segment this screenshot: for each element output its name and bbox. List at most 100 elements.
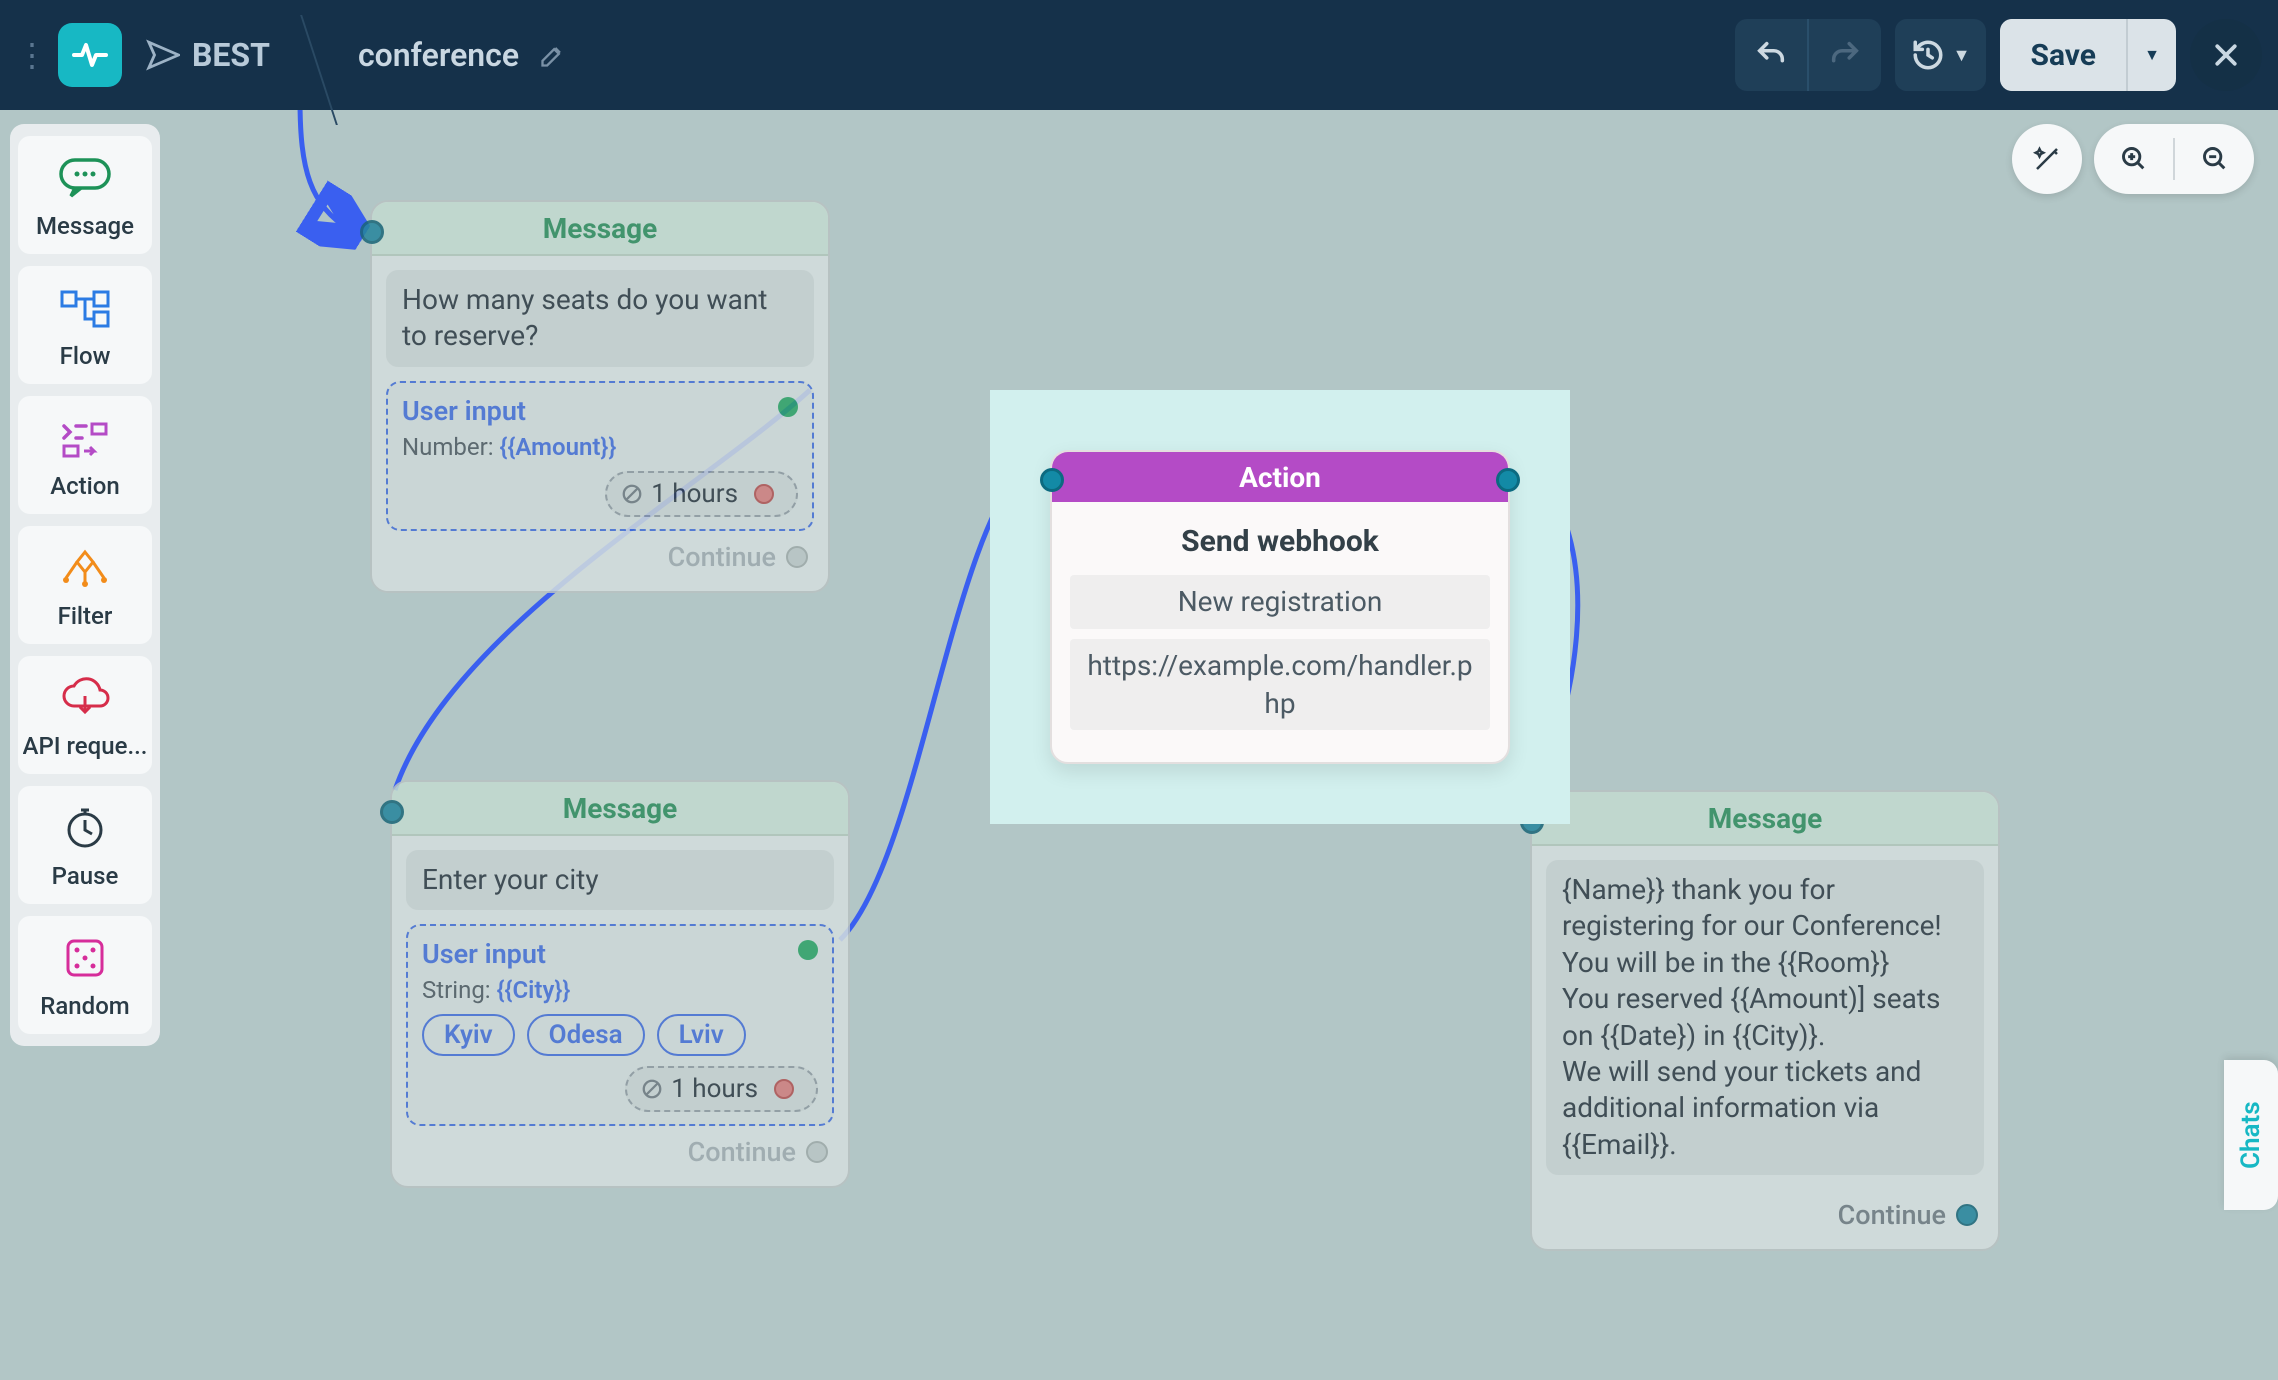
history-button[interactable]: ▼ — [1895, 19, 1987, 91]
sidebar-item-random[interactable]: Random — [18, 916, 152, 1034]
header-actions: ▼ Save ▼ — [1735, 19, 2262, 91]
filter-icon — [58, 548, 112, 588]
prohibit-icon — [641, 1078, 663, 1100]
continue-row: Continue — [1546, 1189, 1984, 1235]
message-icon — [57, 156, 113, 200]
block-palette-sidebar: Message Flow Action Filter API reque... … — [10, 124, 160, 1046]
continue-row: Continue — [386, 531, 814, 577]
continue-label: Continue — [668, 541, 776, 573]
node-message-confirmation[interactable]: Message {Name}} thank you for registerin… — [1530, 790, 2000, 1251]
sidebar-item-api-request[interactable]: API reque... — [18, 656, 152, 774]
node-message-seats[interactable]: Message How many seats do you want to re… — [370, 200, 830, 593]
output-port-continue[interactable] — [806, 1141, 828, 1163]
input-port[interactable] — [1040, 468, 1064, 492]
sidebar-item-message[interactable]: Message — [18, 136, 152, 254]
save-button[interactable]: Save — [2000, 19, 2126, 91]
zoom-controls — [2012, 124, 2254, 194]
redo-icon — [1828, 38, 1862, 72]
sidebar-item-label: Random — [40, 992, 129, 1020]
undo-redo-group — [1735, 19, 1881, 91]
sidebar-item-label: API reque... — [23, 732, 148, 760]
node-header: Message — [372, 202, 828, 256]
zoom-group — [2094, 124, 2254, 194]
user-input-title: User input — [422, 938, 818, 970]
quick-reply[interactable]: Odesa — [527, 1014, 645, 1056]
save-button-group: Save ▼ — [2000, 19, 2176, 91]
output-port-success[interactable] — [778, 397, 798, 417]
input-port[interactable] — [380, 800, 404, 824]
app-logo[interactable] — [58, 23, 122, 87]
output-port-timeout[interactable] — [754, 484, 774, 504]
edit-icon[interactable] — [539, 41, 567, 69]
prohibit-icon — [621, 483, 643, 505]
node-header: Action — [1052, 452, 1508, 502]
sidebar-item-pause[interactable]: Pause — [18, 786, 152, 904]
sidebar-item-label: Flow — [60, 342, 111, 370]
zoom-out-icon — [2201, 145, 2229, 173]
zoom-in-button[interactable] — [2094, 145, 2173, 173]
redo-button[interactable] — [1809, 19, 1881, 91]
undo-button[interactable] — [1735, 19, 1807, 91]
node-action-webhook[interactable]: Action Send webhook New registration htt… — [1050, 450, 1510, 764]
history-icon — [1911, 38, 1945, 72]
chevron-down-icon: ▼ — [1953, 45, 1971, 66]
drag-handle-icon[interactable]: ⋮ — [16, 36, 48, 74]
sidebar-item-label: Action — [50, 472, 120, 500]
node-header: Message — [392, 782, 848, 836]
output-port[interactable] — [1496, 468, 1520, 492]
sidebar-item-flow[interactable]: Flow — [18, 266, 152, 384]
quick-reply[interactable]: Lviv — [657, 1014, 746, 1056]
action-subtitle: Send webhook — [1070, 524, 1490, 559]
quick-replies: Kyiv Odesa Lviv — [422, 1014, 818, 1056]
timeout-pill[interactable]: 1 hours — [605, 471, 798, 517]
action-name-field: New registration — [1070, 575, 1490, 629]
sidebar-item-filter[interactable]: Filter — [18, 526, 152, 644]
continue-label: Continue — [688, 1136, 796, 1168]
breadcrumb-workspace[interactable]: BEST — [192, 36, 270, 74]
chats-drawer-tab[interactable]: Chats — [2224, 1060, 2278, 1210]
flow-canvas[interactable]: Message How many seats do you want to re… — [0, 110, 2278, 1380]
zoom-in-icon — [2120, 145, 2148, 173]
message-text: Enter your city — [406, 850, 834, 910]
action-icon — [58, 418, 112, 458]
wand-icon — [2032, 144, 2062, 174]
pause-icon — [63, 806, 107, 850]
close-button[interactable] — [2190, 19, 2262, 91]
undo-icon — [1754, 38, 1788, 72]
send-icon — [146, 38, 180, 72]
timeout-pill[interactable]: 1 hours — [625, 1066, 818, 1112]
quick-reply[interactable]: Kyiv — [422, 1014, 515, 1056]
flow-icon — [58, 288, 112, 328]
user-input-block[interactable]: User input Number: {{Amount}} 1 hours — [386, 381, 814, 531]
node-header: Message — [1532, 792, 1998, 846]
continue-row: Continue — [406, 1126, 834, 1172]
action-url-field: https://example.com/handler.php — [1070, 639, 1490, 731]
breadcrumb-flow-name[interactable]: conference — [358, 36, 519, 74]
node-message-city[interactable]: Message Enter your city User input Strin… — [390, 780, 850, 1188]
action-highlight-area: Action Send webhook New registration htt… — [990, 390, 1570, 824]
output-port-timeout[interactable] — [774, 1079, 794, 1099]
zoom-out-button[interactable] — [2175, 145, 2254, 173]
breadcrumb: BEST conference — [146, 25, 567, 85]
output-port-continue[interactable] — [1956, 1204, 1978, 1226]
user-input-type: Number: {{Amount}} — [402, 433, 798, 461]
random-icon — [62, 935, 108, 981]
message-text: {Name}} thank you for registering for ou… — [1546, 860, 1984, 1175]
user-input-type: String: {{City}} — [422, 976, 818, 1004]
api-icon — [58, 676, 112, 720]
user-input-block[interactable]: User input String: {{City}} Kyiv Odesa L… — [406, 924, 834, 1126]
chevron-down-icon: ▼ — [2144, 45, 2160, 65]
top-header: ⋮ BEST conference ▼ Save ▼ — [0, 0, 2278, 110]
sidebar-item-label: Message — [36, 212, 134, 240]
output-port-continue[interactable] — [786, 546, 808, 568]
user-input-title: User input — [402, 395, 798, 427]
pulse-icon — [70, 35, 110, 75]
message-text: How many seats do you want to reserve? — [386, 270, 814, 367]
auto-layout-button[interactable] — [2012, 124, 2082, 194]
save-dropdown[interactable]: ▼ — [2126, 19, 2176, 91]
close-icon — [2211, 40, 2241, 70]
breadcrumb-separator — [310, 25, 338, 85]
continue-label: Continue — [1838, 1199, 1946, 1231]
sidebar-item-action[interactable]: Action — [18, 396, 152, 514]
input-port[interactable] — [360, 220, 384, 244]
